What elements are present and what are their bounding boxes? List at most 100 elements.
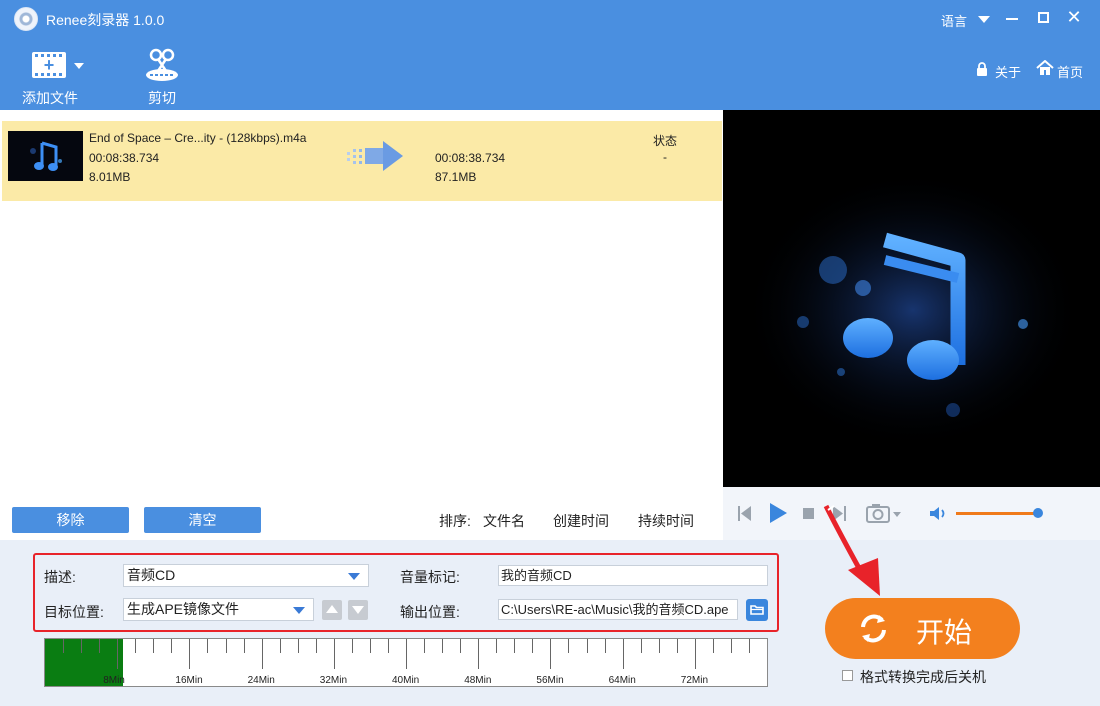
file-size: 8.01MB xyxy=(89,170,131,184)
sort-by-filename[interactable]: 文件名 xyxy=(483,511,525,531)
chevron-down-icon[interactable] xyxy=(74,63,84,69)
timeline-tick xyxy=(99,639,101,653)
disc-capacity-timeline: 8Min 16Min 24Min 32Min 40Min 48Min 56Min 64Min 7… xyxy=(44,638,768,687)
volume-label-input[interactable]: 我的音频CD xyxy=(498,565,768,586)
about-link[interactable]: 关于 xyxy=(995,62,1021,81)
close-button[interactable]: ✕ xyxy=(1064,6,1084,28)
play-icon[interactable] xyxy=(768,502,788,524)
title-bar: Renee刻录器 1.0.0 语言 ✕ + 添加文件 剪切 关于 首页 xyxy=(0,0,1100,110)
timeline-tick xyxy=(243,639,245,653)
start-label: 开始 xyxy=(916,616,973,649)
sort-label: 排序: xyxy=(439,513,471,529)
shutdown-checkbox[interactable] xyxy=(842,670,853,681)
description-select[interactable]: 音频CD xyxy=(123,564,369,587)
timeline-tick xyxy=(207,639,209,653)
prev-icon[interactable] xyxy=(737,505,753,522)
volume-slider-track[interactable] xyxy=(956,512,1038,515)
home-icon[interactable] xyxy=(1036,60,1054,76)
timeline-tick xyxy=(333,639,335,669)
timeline-tick xyxy=(171,639,173,653)
start-button[interactable]: 开始 xyxy=(825,598,1020,659)
chevron-down-icon[interactable] xyxy=(978,16,990,23)
lock-icon[interactable] xyxy=(976,62,988,76)
preview-panel xyxy=(723,110,1100,487)
player-controls xyxy=(723,487,1100,540)
file-name: End of Space – Cre...ity - (128kbps).m4a xyxy=(89,131,307,145)
timeline-tick xyxy=(261,639,263,669)
stop-icon[interactable] xyxy=(803,508,814,519)
timeline-tick xyxy=(748,639,750,653)
music-note-icon xyxy=(30,141,62,171)
output-duration: 00:08:38.734 xyxy=(435,151,506,165)
file-list: End of Space – Cre...ity - (128kbps).m4a… xyxy=(2,110,722,540)
timeline-tick xyxy=(532,639,534,653)
timeline-tick xyxy=(81,639,83,653)
cut-button[interactable]: 剪切 xyxy=(122,46,202,108)
timeline-tick-label: 64Min xyxy=(608,675,636,686)
minimize-button[interactable] xyxy=(1006,18,1018,20)
status-value: - xyxy=(663,150,667,164)
add-file-button[interactable]: + 添加文件 xyxy=(10,46,90,108)
timeline-tick-label: 8Min xyxy=(103,675,125,686)
timeline-tick xyxy=(730,639,732,653)
timeline-tick xyxy=(640,639,642,653)
folder-icon xyxy=(750,605,764,615)
timeline-tick xyxy=(351,639,353,653)
description-value: 音频CD xyxy=(127,567,176,583)
file-row[interactable]: End of Space – Cre...ity - (128kbps).m4a… xyxy=(2,121,722,201)
timeline-tick xyxy=(117,639,119,669)
timeline-tick xyxy=(153,639,155,653)
target-value: 生成APE镜像文件 xyxy=(127,601,240,617)
film-add-icon: + xyxy=(32,52,66,78)
output-size: 87.1MB xyxy=(435,170,477,184)
file-thumbnail xyxy=(8,131,83,181)
timeline-tick xyxy=(189,639,191,669)
timeline-tick xyxy=(694,639,696,669)
chevron-down-icon[interactable] xyxy=(293,607,305,614)
clear-button[interactable]: 清空 xyxy=(144,507,261,533)
timeline-tick-label: 72Min xyxy=(680,675,709,686)
timeline-tick xyxy=(315,639,317,653)
chevron-down-icon[interactable] xyxy=(348,573,360,580)
timeline-tick xyxy=(622,639,624,669)
timeline-tick xyxy=(550,639,552,669)
timeline-tick xyxy=(460,639,462,653)
output-path-input[interactable]: C:\Users\RE-ac\Music\我的音频CD.ape xyxy=(498,599,738,620)
timeline-tick xyxy=(478,639,480,669)
add-file-label: 添加文件 xyxy=(22,90,78,106)
timeline-tick xyxy=(586,639,588,653)
app-title: Renee刻录器 1.0.0 xyxy=(46,12,165,28)
refresh-icon xyxy=(861,614,886,643)
timeline-tick xyxy=(63,639,65,653)
timeline-tick xyxy=(297,639,299,653)
move-down-button[interactable] xyxy=(348,600,368,620)
timeline-tick xyxy=(712,639,714,653)
sort-by-created[interactable]: 创建时间 xyxy=(553,511,609,531)
timeline-tick xyxy=(135,639,137,653)
app-disc-icon xyxy=(14,7,38,31)
timeline-tick-label: 32Min xyxy=(319,675,348,686)
file-duration: 00:08:38.734 xyxy=(89,151,160,165)
description-label: 描述: xyxy=(44,569,76,585)
maximize-button[interactable] xyxy=(1038,12,1049,23)
annotation-arrow-icon xyxy=(823,504,880,596)
browse-folder-button[interactable] xyxy=(746,599,768,621)
volume-slider-handle[interactable] xyxy=(1033,508,1043,518)
target-label: 目标位置: xyxy=(44,604,104,620)
timeline-tick xyxy=(568,639,570,653)
home-link[interactable]: 首页 xyxy=(1057,62,1083,81)
target-select[interactable]: 生成APE镜像文件 xyxy=(123,598,314,621)
shutdown-label: 格式转换完成后关机 xyxy=(860,669,986,685)
timeline-tick xyxy=(225,639,227,653)
status-header: 状态 xyxy=(653,134,678,148)
timeline-tick xyxy=(676,639,678,653)
move-up-button[interactable] xyxy=(322,600,342,620)
remove-button[interactable]: 移除 xyxy=(12,507,129,533)
language-menu[interactable]: 语言 xyxy=(941,11,967,30)
timeline-tick-label: 24Min xyxy=(247,675,275,686)
timeline-tick-label: 48Min xyxy=(464,675,492,686)
output-label: 输出位置: xyxy=(400,604,460,620)
cut-label: 剪切 xyxy=(148,90,176,106)
volume-icon[interactable] xyxy=(929,506,947,521)
sort-by-duration[interactable]: 持续时间 xyxy=(638,511,694,531)
